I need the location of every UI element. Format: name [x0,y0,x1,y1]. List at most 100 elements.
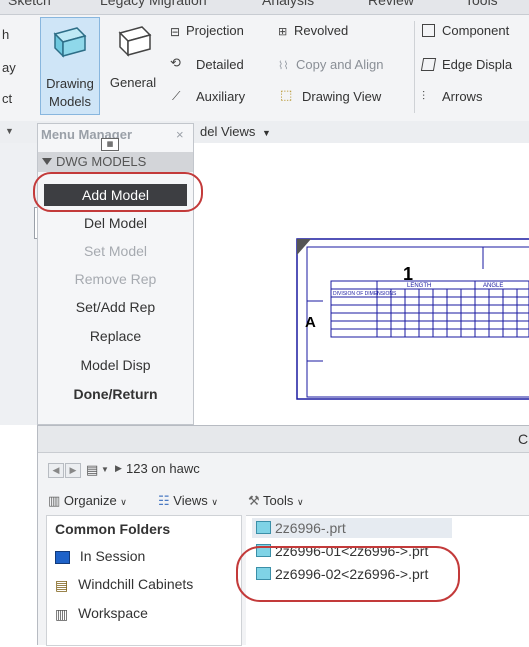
ribbon-tab-strip: Sketch Legacy Migration Analysis Review … [0,0,529,15]
folder-label: In Session [79,548,146,564]
drawing-view-label: Drawing View [302,89,382,104]
projection-button[interactable]: ⊟ Projection [170,23,270,43]
ribbon-cut-label: ct [2,91,13,106]
arrows-label: Arrows [442,89,483,104]
part-file-icon [256,521,271,534]
table-header-text: DIVISION OF DIMENSIONS [333,291,397,297]
dialog-toolbar: ▥ Organize ∨ ☷ Views ∨ ⚒ Tools ∨ [38,487,529,515]
file-name: 2z6996-.prt [275,520,346,536]
auxiliary-button[interactable]: ⟋ Auxiliary [170,87,270,107]
tools-button[interactable]: ⚒ Tools ∨ [248,493,304,509]
edge-display-icon [420,58,437,71]
del-model-item[interactable]: Del Model [38,212,193,234]
tab-analysis[interactable]: Analysis [262,0,314,8]
address-bar: ◀ ▶ ▤ ▼ ▶ 123 on hawc [38,453,529,487]
dwg-models-section[interactable]: DWG MODELS [38,152,193,172]
done-return-item[interactable]: Done/Return [38,383,193,405]
ribbon-cut-label: ay [2,60,16,75]
folder-workspace[interactable]: ▥ Workspace [55,605,148,623]
tab-tools[interactable]: Tools [465,0,498,8]
organize-icon: ▥ [48,493,61,508]
copy-align-button: ⌇⌇ Copy and Align [278,57,418,77]
component-icon [422,24,435,37]
drawing-view-icon: ⬚ [280,87,293,102]
auxiliary-label: Auxiliary [196,89,246,104]
views-icon: ☷ [158,493,170,508]
ribbon-cut-label: h [2,27,10,42]
copy-align-label: Copy and Align [296,57,384,72]
highlight-ring [33,172,203,212]
edge-display-button[interactable]: Edge Displa [420,57,529,77]
drawing-models-label: Drawing [46,76,94,91]
arrows-button[interactable]: ⫶ Arrows [422,89,529,109]
dwg-models-label: DWG MODELS [56,154,147,169]
set-add-rep-item[interactable]: Set/Add Rep [38,296,193,318]
dialog-title: C [518,431,529,447]
views-label: Views [173,493,208,508]
tab-sketch[interactable]: Sketch [8,0,51,8]
chevron-down-icon[interactable]: ▼ [101,465,109,474]
tab-review[interactable]: Review [368,0,414,8]
drawing-canvas[interactable]: 1 A DIVISION OF DIMENSIONS LENGTH ANGLE [193,143,529,425]
chevron-down-icon: ∨ [211,497,218,507]
edge-display-label: Edge Displa [442,57,513,72]
detailed-label: Detailed [196,57,244,72]
organize-button[interactable]: ▥ Organize ∨ [48,493,127,509]
replace-item[interactable]: Replace [38,325,193,347]
projection-label: Projection [186,23,244,38]
remove-rep-item: Remove Rep [74,271,157,287]
cursor-icon: ▦ [101,138,119,151]
auxiliary-icon: ⟋ [172,89,181,103]
model-disp-item[interactable]: Model Disp [38,354,193,376]
folder-label: Workspace [78,605,148,621]
folder-windchill-cabinets[interactable]: ▤ Windchill Cabinets [55,576,193,594]
folder-in-session[interactable]: In Session [55,548,145,564]
ribbon-separator [414,21,415,113]
drawing-view-button[interactable]: ⬚ Drawing View [278,87,398,107]
detailed-button[interactable]: ⟲ Detailed [170,55,270,75]
column-label: 1 [403,264,413,284]
drawing-models-icon [53,27,87,58]
organize-label: Organize [63,493,117,508]
drawing-sheet: 1 A DIVISION OF DIMENSIONS LENGTH ANGLE [296,238,529,400]
menu-manager: Menu Manager ▦ × DWG MODELS Add Model De… [37,123,194,425]
copy-align-icon: ⌇⌇ [278,60,289,72]
component-button[interactable]: Component [422,23,529,43]
file-item[interactable]: 2z6996-.prt [256,520,346,536]
dialog-titlebar: C [38,426,529,453]
triangle-down-icon [42,158,52,165]
revolved-label: Revolved [294,23,349,38]
tab-legacy-migration[interactable]: Legacy Migration [100,0,207,8]
general-view-button[interactable]: General [104,17,162,115]
model-views-group[interactable]: del Views ▼ [200,124,271,139]
monitor-icon [55,550,70,564]
chevron-down-icon: ∨ [297,497,304,507]
component-label: Component [442,23,510,38]
length-header-text: LENGTH [407,283,431,289]
model-views-label: del Views [200,124,256,139]
ribbon: h ay ct Drawing Models General ⊟ Project… [0,15,529,122]
workspace-icon: ▤ [86,462,99,477]
back-button[interactable]: ◀ [48,463,64,478]
folder-label: Windchill Cabinets [78,576,194,592]
file-open-dialog: C ◀ ▶ ▤ ▼ ▶ 123 on hawc ▥ Organize ∨ ☷ V… [37,425,529,647]
tools-label: Tools [263,493,294,508]
common-folders-panel: Common Folders In Session ▤ Windchill Ca… [46,515,242,646]
detailed-icon: ⟲ [170,55,181,70]
row-label: A [305,314,316,331]
forward-button[interactable]: ▶ [65,463,81,478]
revolved-button[interactable]: ⊞ Revolved [278,23,378,43]
cabinet-icon: ▤ [55,576,69,593]
address-path[interactable]: 123 on hawc [126,461,200,476]
general-view-label: General [109,75,157,90]
views-button[interactable]: ☷ Views ∨ [158,493,218,509]
arrows-icon: ⫶ [422,89,426,103]
close-icon[interactable]: × [176,127,184,142]
chevron-down-icon: ∨ [120,497,127,507]
chevron-right-icon: ▶ [115,463,122,473]
highlight-ring [236,546,460,602]
drawing-models-button[interactable]: Drawing Models [40,17,100,115]
drawing-models-label: Models [49,94,91,109]
set-model-item: Set Model [83,243,148,259]
chevron-down-icon[interactable]: ▼ [5,126,14,136]
